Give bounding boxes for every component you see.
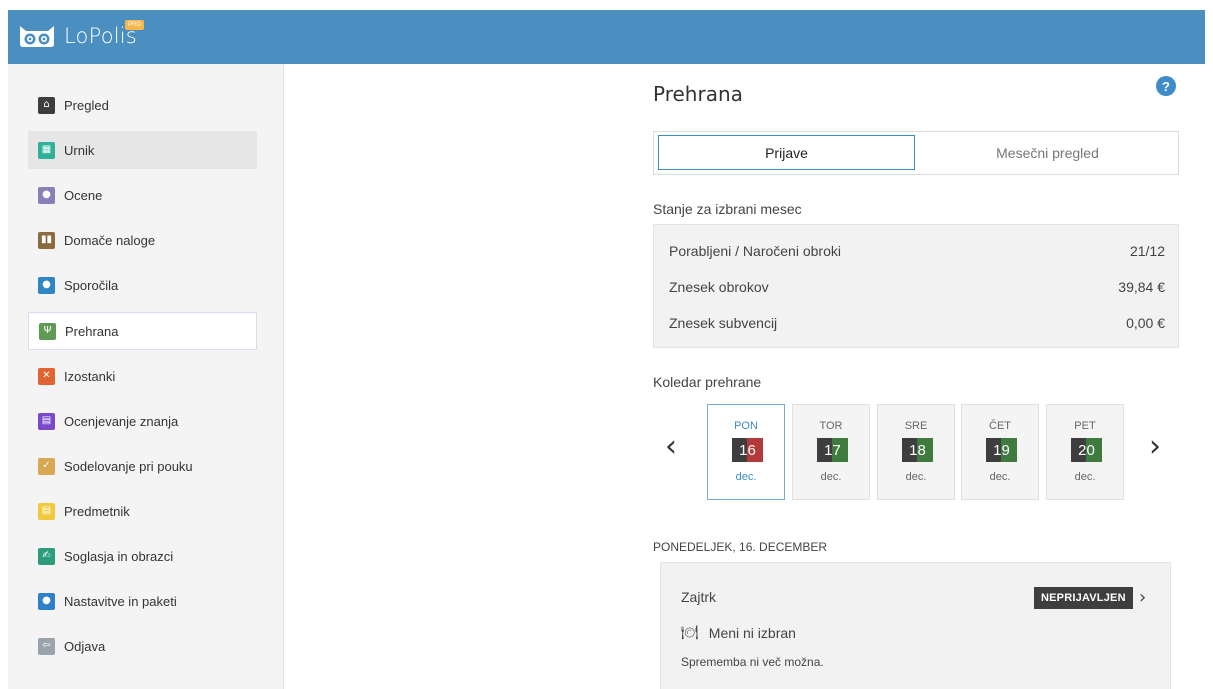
calendar-day[interactable]: SRE 18 dec. (877, 404, 955, 500)
sidebar-item-label: Ocenjevanje znanja (64, 413, 179, 429)
stat-label: Porabljeni / Naročeni obroki (669, 243, 841, 259)
sidebar-item-urnik[interactable]: ▦ Urnik (28, 131, 257, 169)
message-icon: ● (38, 276, 55, 294)
tab-mesecni-pregled[interactable]: Mesečni pregled (919, 135, 1176, 170)
meal-card: Zajtrk NEPRIJAVLJEN › 🍽 Meni ni izbran S… (660, 562, 1171, 689)
assessment-icon: ▤ (38, 412, 55, 430)
stat-value: 0,00 € (1126, 315, 1165, 331)
chevron-left-icon[interactable]: ‹ (665, 432, 677, 462)
stat-label: Znesek subvencij (669, 315, 778, 331)
sidebar-item-label: Domače naloge (64, 232, 156, 248)
meal-title: Zajtrk (681, 589, 716, 605)
pro-badge: PRO (125, 20, 145, 30)
sidebar-item-label: Soglasja in obrazci (64, 548, 174, 564)
meal-note: Sprememba ni več možna. (681, 655, 824, 669)
selected-date-heading: PONEDELJEK, 16. DECEMBER (653, 540, 828, 554)
plate-icon: 🍽 (681, 625, 699, 641)
day-name: PON (734, 420, 758, 432)
sidebar-item-predmetnik[interactable]: ▤ Predmetnik (28, 492, 257, 530)
sidebar-item-label: Sodelovanje pri pouku (64, 458, 193, 474)
check-circle-icon: ✓ (38, 457, 55, 475)
sidebar-item-prehrana[interactable]: Ψ Prehrana (28, 312, 257, 350)
stat-value: 39,84 € (1118, 279, 1165, 295)
sidebar: ⌂ Pregled ▦ Urnik ● Ocene ▮▮ Domače nalo… (8, 64, 284, 689)
sidebar-item-label: Sporočila (64, 277, 119, 293)
day-number: 16 (732, 438, 763, 462)
day-month: dec. (735, 471, 757, 483)
calendar-day[interactable]: PET 20 dec. (1046, 404, 1124, 500)
owl-logo-icon (20, 26, 54, 47)
day-number: 17 (817, 438, 848, 462)
sidebar-item-label: Predmetnik (64, 503, 130, 519)
user-icon: ● (38, 592, 55, 610)
sidebar-item-sporocila[interactable]: ● Sporočila (28, 266, 257, 304)
calendar-day[interactable]: TOR 17 dec. (792, 404, 870, 500)
stat-row: Znesek obrokov 39,84 € (669, 279, 1165, 295)
day-month: dec. (989, 471, 1011, 483)
day-number: 20 (1071, 438, 1102, 462)
meal-menu: 🍽 Meni ni izbran (681, 625, 796, 641)
document-icon: ▤ (38, 502, 55, 520)
stat-label: Znesek obrokov (669, 279, 769, 295)
chevron-right-icon[interactable]: › (1149, 432, 1161, 462)
day-name: PET (1074, 420, 1096, 432)
sidebar-item-label: Nastavitve in paketi (64, 593, 177, 609)
day-month: dec. (820, 471, 842, 483)
calendar-icon: ▦ (38, 141, 55, 159)
tab-prijave[interactable]: Prijave (658, 135, 915, 170)
day-month: dec. (1074, 471, 1096, 483)
calendar-day[interactable]: ČET 19 dec. (961, 404, 1039, 500)
absence-calendar-icon: ✕ (38, 367, 55, 385)
sidebar-item-izostanki[interactable]: ✕ Izostanki (28, 357, 257, 395)
calendar-day[interactable]: PON 16 dec. (707, 404, 785, 500)
meal-menu-label: Meni ni izbran (708, 625, 796, 641)
stats-box: Porabljeni / Naročeni obroki 21/12 Znese… (653, 224, 1179, 348)
day-month: dec. (905, 471, 927, 483)
sidebar-item-odjava[interactable]: ⇦ Odjava (28, 627, 257, 665)
app-header: LoPolis PRO (8, 10, 1205, 64)
day-name: TOR (819, 420, 843, 432)
help-icon[interactable]: ? (1156, 76, 1176, 96)
chevron-right-icon[interactable]: › (1139, 587, 1146, 608)
sidebar-item-ocenjevanje-znanja[interactable]: ▤ Ocenjevanje znanja (28, 402, 257, 440)
sidebar-item-label: Pregled (64, 97, 109, 113)
sidebar-item-domace-naloge[interactable]: ▮▮ Domače naloge (28, 221, 257, 259)
day-name: ČET (989, 420, 1011, 432)
sidebar-item-label: Izostanki (64, 368, 116, 384)
app-logo[interactable]: LoPolis PRO (18, 20, 145, 48)
calendar-heading: Koledar prehrane (653, 374, 762, 390)
sidebar-item-sodelovanje[interactable]: ✓ Sodelovanje pri pouku (28, 447, 257, 485)
sidebar-item-label: Odjava (64, 638, 106, 654)
signature-icon: ✍ (38, 547, 55, 565)
home-icon: ⌂ (38, 96, 55, 114)
sidebar-item-label: Urnik (64, 142, 95, 158)
day-number: 19 (986, 438, 1017, 462)
meal-calendar: ‹ PON 16 dec. TOR 17 dec. SRE 18 dec. ČE… (653, 404, 1179, 502)
sidebar-item-pregled[interactable]: ⌂ Pregled (28, 86, 257, 124)
page-title: Prehrana (653, 82, 743, 106)
status-badge[interactable]: NEPRIJAVLJEN (1034, 587, 1133, 609)
stats-heading: Stanje za izbrani mesec (653, 201, 802, 217)
stat-row: Znesek subvencij 0,00 € (669, 315, 1165, 331)
logout-icon: ⇦ (38, 637, 55, 655)
day-number: 18 (902, 438, 933, 462)
stat-value: 21/12 (1129, 243, 1165, 259)
sidebar-item-soglasja[interactable]: ✍ Soglasja in obrazci (28, 537, 257, 575)
day-name: SRE (904, 420, 928, 432)
stat-row: Porabljeni / Naročeni obroki 21/12 (669, 243, 1165, 259)
grade-icon: ● (38, 186, 55, 204)
sidebar-item-ocene[interactable]: ● Ocene (28, 176, 257, 214)
sidebar-item-label: Ocene (64, 187, 103, 203)
cutlery-icon: Ψ (39, 322, 56, 340)
book-icon: ▮▮ (38, 231, 55, 249)
tabs: Prijave Mesečni pregled (653, 131, 1179, 175)
sidebar-item-label: Prehrana (65, 323, 119, 339)
sidebar-item-nastavitve[interactable]: ● Nastavitve in paketi (28, 582, 257, 620)
